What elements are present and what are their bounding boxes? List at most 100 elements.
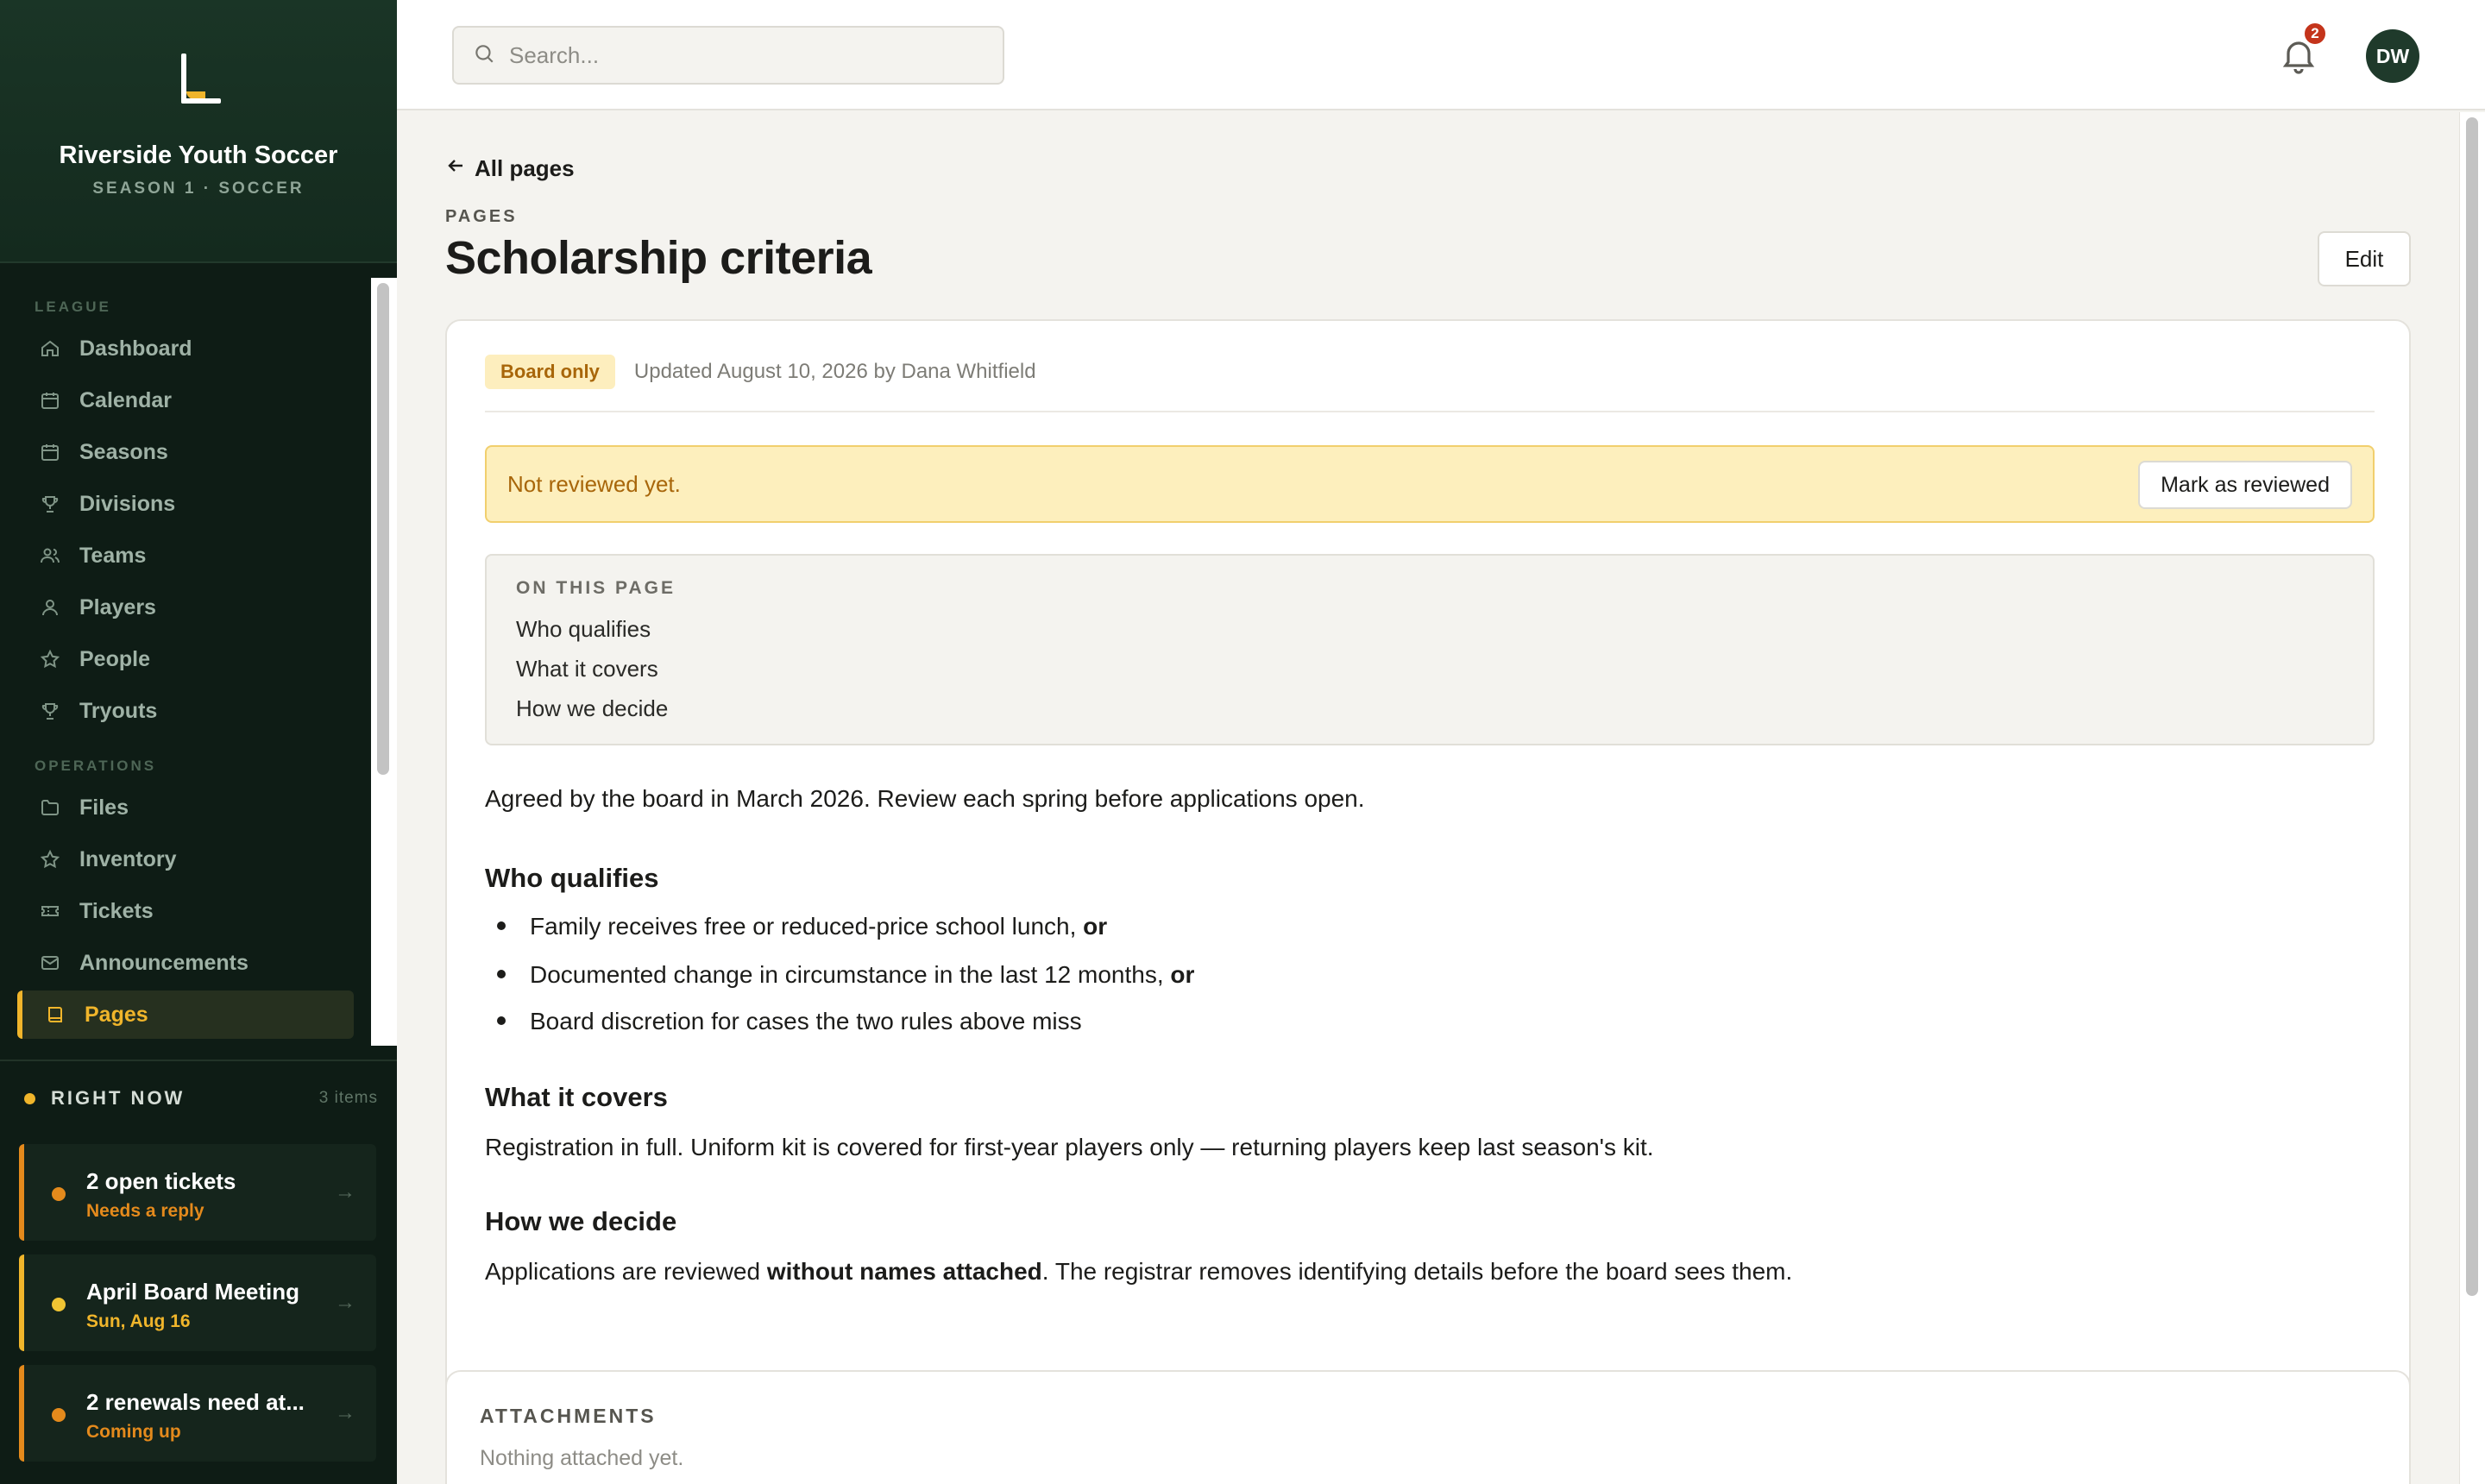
edit-button[interactable]: Edit xyxy=(2318,231,2411,286)
sidebar-item-divisions[interactable]: Divisions xyxy=(17,480,354,528)
divider xyxy=(485,411,2375,412)
updated-text: Updated August 10, 2026 by Dana Whitfiel… xyxy=(633,360,1036,383)
sidebar-item-label: Seasons xyxy=(79,439,168,464)
right-now-title: RIGHT NOW xyxy=(51,1087,186,1109)
back-link-label: All pages xyxy=(475,155,575,181)
review-notice: Not reviewed yet. Mark as reviewed xyxy=(485,445,2375,523)
sidebar-item-label: Players xyxy=(79,594,156,619)
attachments-card: ATTACHMENTS Nothing attached yet. xyxy=(445,1370,2411,1484)
league-season: SEASON 1 · SOCCER xyxy=(92,179,305,198)
toc-link-what-it-covers[interactable]: What it covers xyxy=(516,656,658,682)
attachments-title: ATTACHMENTS xyxy=(480,1405,657,1427)
decide-paragraph: Applications are reviewed without names … xyxy=(485,1258,1793,1285)
league-logo-icon xyxy=(178,53,224,107)
nav-section-operations: OPERATIONS xyxy=(35,758,157,774)
sidebar-item-label: Calendar xyxy=(79,387,172,412)
sidebar-scrollbar-thumb[interactable] xyxy=(377,283,389,775)
sidebar-item-label: Pages xyxy=(85,1002,148,1027)
divider xyxy=(0,1060,397,1061)
right-now-card-meeting[interactable]: April Board Meeting Sun, Aug 16 → xyxy=(19,1254,376,1351)
mark-as-reviewed-button[interactable]: Mark as reviewed xyxy=(2138,461,2352,509)
status-dot-icon xyxy=(52,1298,66,1311)
sidebar-item-tryouts[interactable]: Tryouts xyxy=(17,687,354,735)
star-icon xyxy=(38,847,62,871)
card-subtitle: Sun, Aug 16 xyxy=(86,1311,191,1331)
arrow-right-icon: → xyxy=(335,1291,355,1314)
sidebar-item-label: Announcements xyxy=(79,950,248,975)
list-item: Board discretion for cases the two rules… xyxy=(485,1008,1082,1035)
visibility-badge: Board only xyxy=(485,355,615,389)
covers-paragraph: Registration in full. Uniform kit is cov… xyxy=(485,1134,1654,1160)
back-link[interactable]: All pages xyxy=(445,155,575,182)
main-content: All pages PAGES Scholarship criteria Edi… xyxy=(397,112,2459,1484)
book-icon xyxy=(43,1003,67,1027)
intro-paragraph: Agreed by the board in March 2026. Revie… xyxy=(485,785,1365,812)
page-meta: Board only Updated August 10, 2026 by Da… xyxy=(485,355,1036,389)
search-input[interactable] xyxy=(509,41,992,69)
table-of-contents: ON THIS PAGE Who qualifies What it cover… xyxy=(485,554,2375,745)
calendar-icon xyxy=(38,440,62,464)
toc-label: ON THIS PAGE xyxy=(516,578,676,598)
right-now-header: RIGHT NOW 3 items xyxy=(24,1085,378,1111)
ticket-icon xyxy=(38,899,62,923)
sidebar-item-announcements[interactable]: Announcements xyxy=(17,939,354,987)
sidebar-item-inventory[interactable]: Inventory xyxy=(17,835,354,883)
sidebar-item-calendar[interactable]: Calendar xyxy=(17,376,354,424)
status-dot-icon xyxy=(52,1408,66,1422)
folder-icon xyxy=(38,795,62,820)
card-title: 2 renewals need at... xyxy=(86,1389,305,1415)
list-item: Documented change in circumstance in the… xyxy=(485,961,1194,989)
trophy-icon xyxy=(38,699,62,723)
toc-link-how-we-decide[interactable]: How we decide xyxy=(516,695,668,722)
right-now-card-renewals[interactable]: 2 renewals need at... Coming up → xyxy=(19,1365,376,1462)
search-box[interactable] xyxy=(452,26,1004,85)
sidebar-item-label: Teams xyxy=(79,543,147,568)
nav-section-league: LEAGUE xyxy=(35,299,111,315)
sidebar-item-label: People xyxy=(79,646,150,671)
right-now-card-tickets[interactable]: 2 open tickets Needs a reply → xyxy=(19,1144,376,1241)
sidebar-item-label: Tryouts xyxy=(79,698,158,723)
sidebar-item-label: Files xyxy=(79,795,129,820)
sidebar-item-seasons[interactable]: Seasons xyxy=(17,428,354,476)
toc-link-who-qualifies[interactable]: Who qualifies xyxy=(516,616,651,643)
brand-header: Riverside Youth Soccer SEASON 1 · SOCCER xyxy=(0,0,397,263)
status-dot-icon xyxy=(52,1187,66,1201)
sidebar-item-files[interactable]: Files xyxy=(17,783,354,832)
calendar-icon xyxy=(38,388,62,412)
sidebar-item-players[interactable]: Players xyxy=(17,583,354,632)
league-name: Riverside Youth Soccer xyxy=(59,141,338,169)
card-title: 2 open tickets xyxy=(86,1168,236,1194)
card-subtitle: Needs a reply xyxy=(86,1201,204,1221)
list-item: Family receives free or reduced-price sc… xyxy=(485,913,1107,940)
arrow-left-icon xyxy=(445,155,466,182)
review-notice-text: Not reviewed yet. xyxy=(507,471,681,497)
page-content-card: Board only Updated August 10, 2026 by Da… xyxy=(445,319,2411,1451)
avatar[interactable]: DW xyxy=(2366,29,2419,83)
home-icon xyxy=(38,336,62,361)
sidebar-item-people[interactable]: People xyxy=(17,635,354,683)
users-icon xyxy=(38,544,62,568)
heading-who-qualifies: Who qualifies xyxy=(485,863,659,893)
notification-count-badge: 2 xyxy=(2302,21,2328,47)
sidebar-item-dashboard[interactable]: Dashboard xyxy=(17,324,354,373)
topbar: 2 DW xyxy=(397,0,2485,110)
heading-how-we-decide: How we decide xyxy=(485,1206,677,1236)
sidebar-item-label: Tickets xyxy=(79,898,154,923)
status-dot-icon xyxy=(24,1092,35,1104)
sidebar: Riverside Youth Soccer SEASON 1 · SOCCER… xyxy=(0,0,397,1484)
breadcrumb: PAGES xyxy=(445,207,518,226)
search-icon xyxy=(473,42,495,69)
card-subtitle: Coming up xyxy=(86,1422,181,1442)
card-title: April Board Meeting xyxy=(86,1279,300,1305)
arrow-right-icon: → xyxy=(335,1180,355,1204)
trophy-icon xyxy=(38,492,62,516)
user-icon xyxy=(38,595,62,619)
sidebar-item-label: Divisions xyxy=(79,491,176,516)
sidebar-item-tickets[interactable]: Tickets xyxy=(17,887,354,935)
sidebar-item-label: Dashboard xyxy=(79,336,192,361)
sidebar-item-teams[interactable]: Teams xyxy=(17,531,354,580)
sidebar-item-label: Inventory xyxy=(79,846,177,871)
arrow-right-icon: → xyxy=(335,1401,355,1424)
sidebar-item-pages[interactable]: Pages xyxy=(17,990,354,1039)
main-scrollbar-thumb[interactable] xyxy=(2466,117,2478,1296)
